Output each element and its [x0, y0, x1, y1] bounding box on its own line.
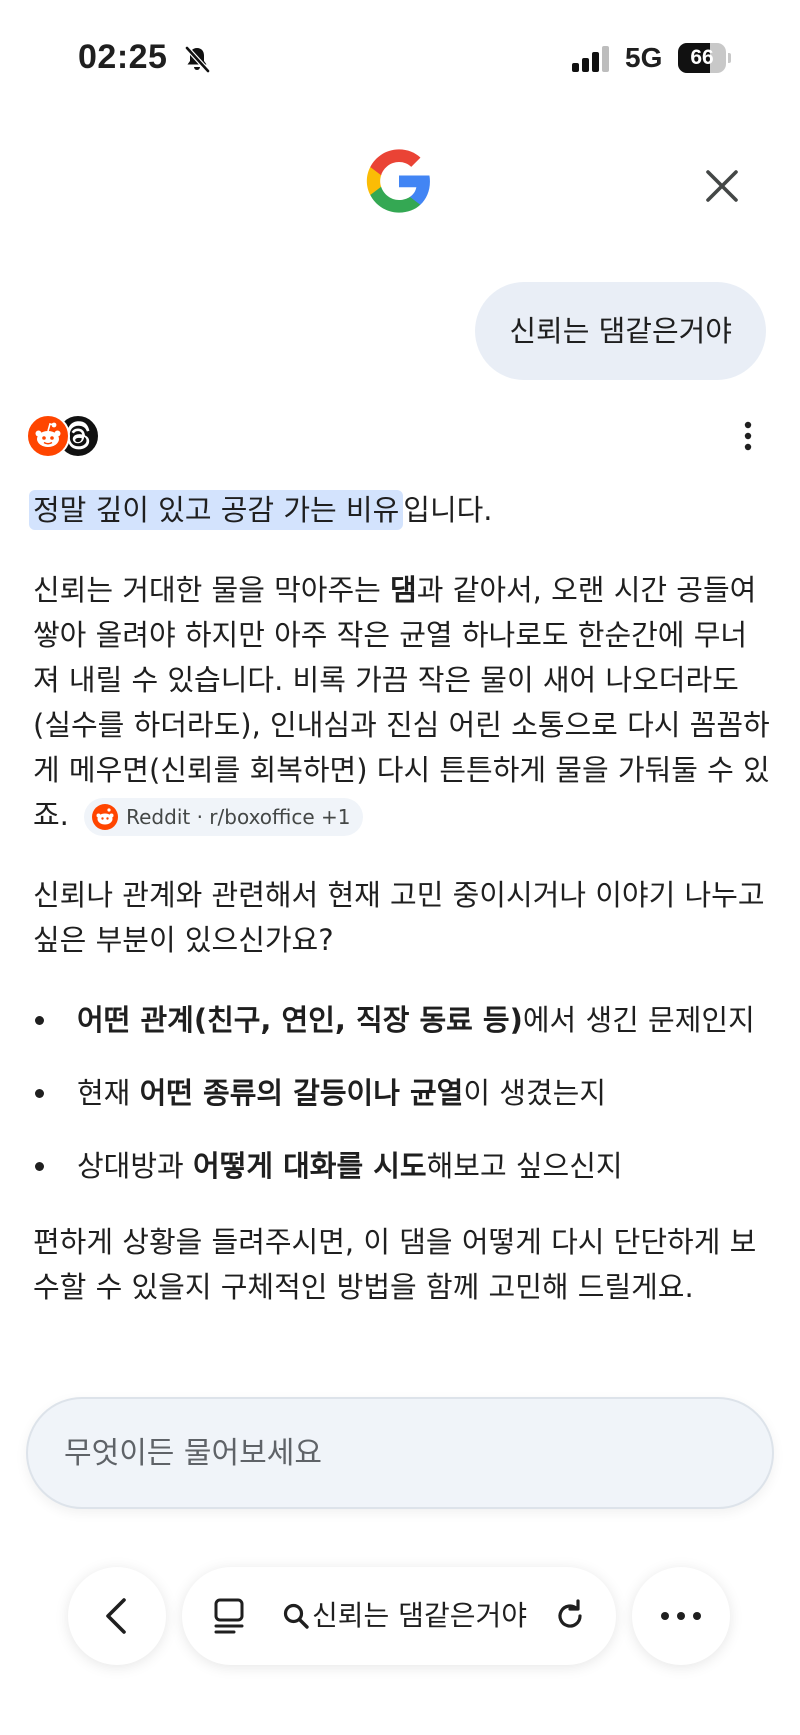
- close-button[interactable]: [700, 164, 744, 208]
- highlighted-phrase: 정말 깊이 있고 공감 가는 비유: [29, 490, 404, 530]
- bullet-text: 상대방과: [77, 1149, 193, 1183]
- chevron-left-icon: [106, 1598, 126, 1634]
- status-time: 02:25: [78, 38, 168, 76]
- bullet-bold: 어떻게 대화를 시도: [192, 1149, 427, 1183]
- battery-tip: [728, 53, 731, 63]
- bullet-text: 이 생겼는지: [463, 1076, 606, 1110]
- status-bar: 02:25 5G 66: [0, 0, 800, 110]
- battery-level: 66: [690, 46, 714, 69]
- citation-label: Reddit · r/boxoffice +1: [126, 805, 351, 829]
- p1-text-2: 과 같아서, 오랜 시간 공들여 쌓아 올려야 하지만 아주 작은 균열 하나로…: [33, 573, 770, 832]
- battery-indicator: 66: [678, 43, 731, 73]
- citation-chip[interactable]: Reddit · r/boxoffice +1: [84, 798, 363, 836]
- intro-rest: 입니다.: [403, 493, 493, 527]
- search-query-pill[interactable]: 신뢰는 댐같은거야: [182, 1567, 616, 1665]
- ask-input-container[interactable]: [26, 1397, 774, 1509]
- bullet-bold: 어떤 종류의 갈등이나 균열: [139, 1076, 464, 1110]
- more-options-button[interactable]: [736, 418, 760, 454]
- answer-intro: 정말 깊이 있고 공감 가는 비유 입니다.: [29, 488, 773, 533]
- bell-muted-icon: [182, 44, 212, 74]
- back-button[interactable]: [68, 1567, 166, 1665]
- reload-icon[interactable]: [552, 1598, 588, 1634]
- answer-closing: 편하게 상황을 들려주시면, 이 댐을 어떻게 다시 단단하게 보수할 수 있을…: [33, 1225, 757, 1304]
- p1-text: 신뢰는 거대한 물을 막아주는: [33, 573, 391, 607]
- bullet-text: 에서 생긴 문제인지: [522, 1003, 755, 1037]
- bullet-text: 해보고 싶으신지: [426, 1149, 623, 1183]
- answer-bullet-list: 어떤 관계(친구, 연인, 직장 동료 등)에서 생긴 문제인지 현재 어떤 종…: [33, 998, 773, 1189]
- search-query-text[interactable]: 신뢰는 댐같은거야: [312, 1567, 527, 1665]
- google-g-icon: [366, 148, 432, 214]
- ai-answer: 정말 깊이 있고 공감 가는 비유 입니다. 신뢰는 거대한 물을 막아주는 댐과…: [29, 488, 773, 1345]
- more-vertical-icon: [744, 421, 752, 451]
- close-icon: [706, 170, 738, 202]
- source-avatars[interactable]: [26, 414, 100, 458]
- bullet-text: 현재: [77, 1076, 140, 1110]
- more-horizontal-icon: [661, 1612, 701, 1620]
- more-button[interactable]: [632, 1567, 730, 1665]
- tabs-icon[interactable]: [212, 1597, 248, 1635]
- network-type: 5G: [625, 42, 663, 73]
- list-item: 어떤 관계(친구, 연인, 직장 동료 등)에서 생긴 문제인지: [33, 998, 773, 1043]
- list-item: 상대방과 어떻게 대화를 시도해보고 싶으신지: [33, 1144, 773, 1189]
- p1-bold: 댐: [390, 573, 417, 607]
- answer-paragraph-1: 신뢰는 거대한 물을 막아주는 댐과 같아서, 오랜 시간 공들여 쌓아 올려야…: [33, 568, 773, 838]
- reddit-icon: [26, 414, 70, 458]
- search-icon: [282, 1602, 310, 1630]
- list-item: 현재 어떤 종류의 갈등이나 균열이 생겼는지: [33, 1071, 773, 1116]
- answer-paragraph-2: 신뢰나 관계와 관련해서 현재 고민 중이시거나 이야기 나누고 싶은 부분이 …: [33, 878, 765, 957]
- user-query-bubble: 신뢰는 댐같은거야: [475, 282, 766, 380]
- cellular-signal-icon: [572, 46, 612, 72]
- reddit-icon: [92, 804, 119, 830]
- ask-input[interactable]: [64, 1399, 724, 1507]
- bullet-bold: 어떤 관계(친구, 연인, 직장 동료 등): [77, 1003, 523, 1037]
